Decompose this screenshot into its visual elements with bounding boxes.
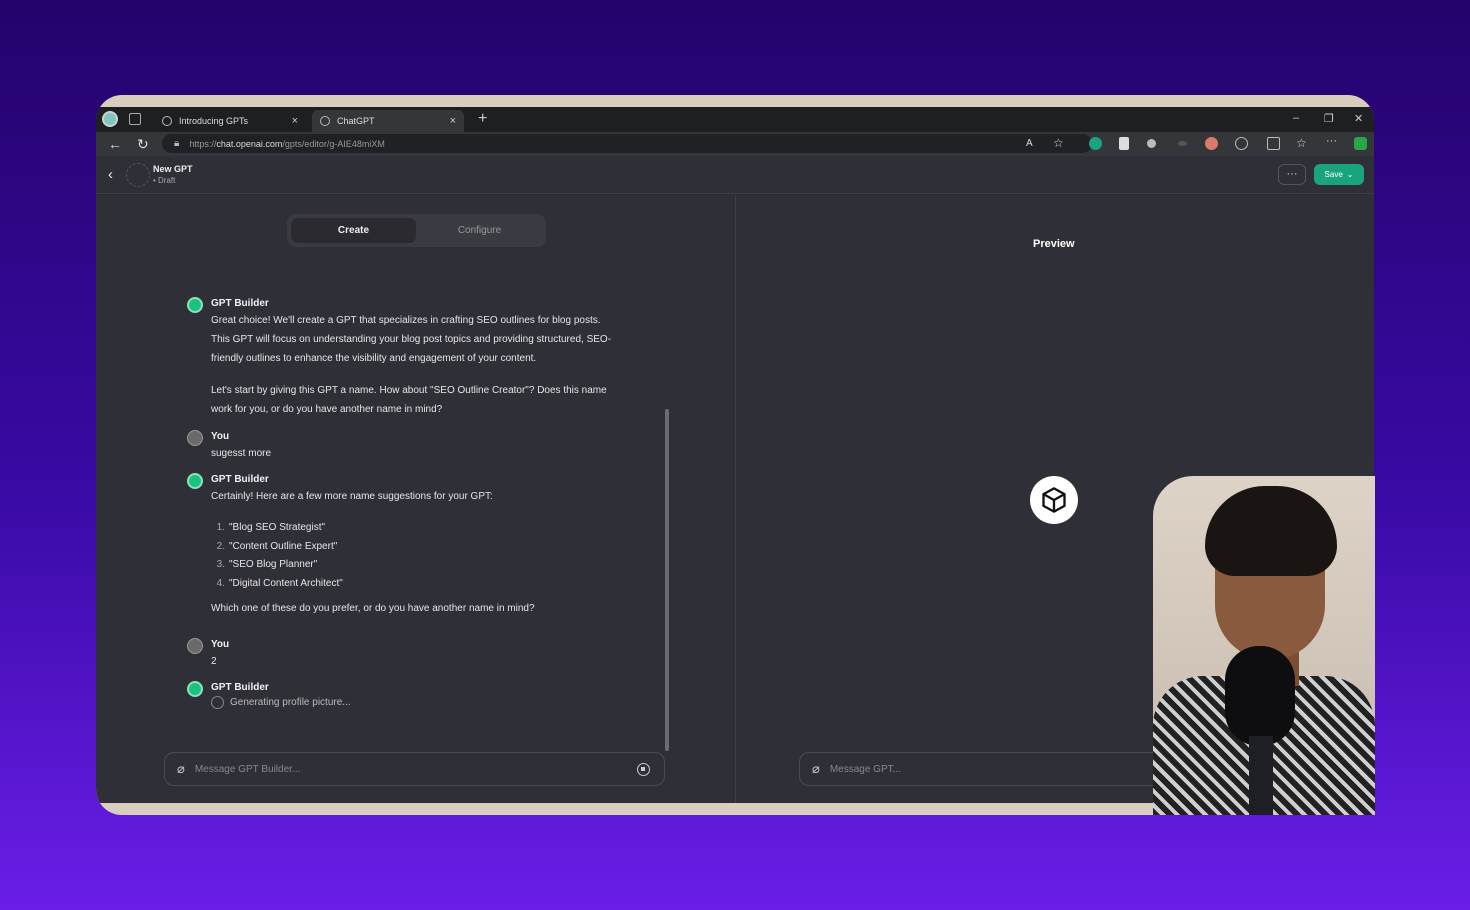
message-text: Certainly! Here are a few more name sugg…	[211, 491, 493, 502]
save-button[interactable]: Save ⌄	[1314, 164, 1364, 185]
minimize-button[interactable]: –	[1293, 112, 1299, 124]
save-label: Save	[1324, 170, 1343, 179]
close-tab-icon[interactable]: ×	[292, 115, 298, 127]
gpt-name: New GPT	[153, 164, 193, 174]
loading-spinner-icon	[211, 696, 224, 709]
favorite-star-icon[interactable]: ☆	[1053, 136, 1064, 150]
message-author: GPT Builder	[211, 298, 269, 309]
extension-avatar-icon[interactable]	[1205, 137, 1218, 150]
extension-flag-icon[interactable]	[1178, 141, 1187, 146]
attach-paperclip-icon[interactable]: ⌀	[812, 761, 820, 777]
builder-message-input[interactable]: ⌀ Message GPT Builder...	[164, 752, 665, 786]
read-aloud-icon[interactable]: A	[1026, 138, 1033, 149]
list-item: 4. "Digital Content Architect"	[216, 577, 343, 589]
message-paragraph: Great choice! We'll create a GPT that sp…	[211, 311, 611, 368]
extension-chatgpt-icon[interactable]	[1089, 137, 1102, 150]
preview-title: Preview	[1033, 238, 1075, 250]
gpt-cube-icon	[1030, 476, 1078, 524]
gpt-avatar-placeholder	[126, 163, 150, 187]
close-window-button[interactable]: ✕	[1354, 112, 1363, 125]
gpt-draft-status: • Draft	[153, 176, 176, 185]
mode-switch: Create Configure	[287, 214, 546, 247]
tab-configure[interactable]: Configure	[417, 218, 542, 243]
preview-message-input[interactable]: ⌀ Message GPT...	[799, 752, 1179, 786]
tab-create[interactable]: Create	[291, 218, 416, 243]
refresh-icon[interactable]: ↻	[137, 136, 149, 153]
tab-chatgpt[interactable]: ChatGPT ×	[312, 110, 464, 132]
chat-scrollbar[interactable]	[665, 409, 669, 751]
pane-divider	[735, 195, 736, 803]
message-author: You	[211, 431, 230, 442]
chatgpt-favicon-icon	[320, 116, 330, 126]
extensions-puzzle-icon[interactable]	[1235, 137, 1248, 150]
extension-cloud-icon[interactable]	[1147, 139, 1156, 148]
address-bar[interactable]: 🔒︎ https://chat.openai.com/gpts/editor/g…	[162, 134, 1092, 153]
settings-menu-icon[interactable]: ···	[1326, 135, 1337, 147]
url-host: chat.openai.com	[216, 138, 283, 149]
gpt-builder-avatar-icon	[187, 297, 203, 313]
tab-introducing-gpts[interactable]: Introducing GPTs ×	[154, 110, 306, 132]
back-chevron-icon[interactable]: ‹	[108, 166, 113, 183]
new-tab-button[interactable]: +	[478, 110, 487, 128]
stop-generating-icon[interactable]	[637, 763, 650, 776]
message-paragraph: Let's start by giving this GPT a name. H…	[211, 381, 607, 419]
user-avatar	[187, 430, 203, 446]
message-line: work for you, or do you have another nam…	[211, 404, 443, 415]
message-text: Which one of these do you prefer, or do …	[211, 603, 535, 614]
tab-label: ChatGPT	[337, 116, 375, 126]
message-author: GPT Builder	[211, 474, 269, 485]
gpt-editor-header: ‹ New GPT • Draft ··· Save ⌄	[96, 156, 1374, 194]
status-text: Generating profile picture...	[230, 697, 351, 708]
gpt-builder-avatar-icon	[187, 473, 203, 489]
url-prefix: https://	[189, 138, 217, 149]
favorites-icon[interactable]: ☆	[1296, 136, 1307, 150]
copilot-icon[interactable]	[1354, 137, 1367, 150]
message-author: You	[211, 639, 230, 650]
browser-tab-bar: Introducing GPTs × ChatGPT × + – ❐ ✕	[96, 107, 1374, 132]
address-toolbar: ← ↻ 🔒︎ https://chat.openai.com/gpts/edit…	[96, 132, 1374, 156]
back-arrow-icon[interactable]: ←	[108, 136, 122, 152]
message-line: Let's start by giving this GPT a name. H…	[211, 385, 607, 396]
preview-input-placeholder: Message GPT...	[829, 763, 901, 775]
microphone-stand	[1249, 736, 1273, 815]
message-line: friendly outlines to enhance the visibil…	[211, 353, 537, 364]
message-line: This GPT will focus on understanding you…	[211, 334, 612, 345]
webcam-person-hair	[1205, 486, 1337, 576]
close-tab-icon[interactable]: ×	[450, 115, 456, 127]
list-item: 1. "Blog SEO Strategist"	[216, 522, 326, 533]
message-text: 2	[211, 656, 217, 667]
user-avatar	[187, 638, 203, 654]
name-suggestions-list: 1. "Blog SEO Strategist" 2. "Content Outli…	[211, 522, 343, 596]
url-path: /gpts/editor/g-AIE48miXM	[282, 138, 385, 149]
generating-status: Generating profile picture...	[211, 696, 351, 709]
attach-paperclip-icon[interactable]: ⌀	[177, 761, 185, 777]
microphone	[1225, 646, 1295, 746]
chevron-down-icon: ⌄	[1346, 170, 1354, 179]
restore-button[interactable]: ❐	[1324, 112, 1334, 125]
list-item: 3. "SEO Blog Planner"	[216, 559, 318, 570]
tab-label: Introducing GPTs	[179, 116, 249, 126]
tab-actions-icon[interactable]	[129, 113, 141, 125]
message-text: sugesst more	[211, 448, 272, 459]
message-line: Great choice! We'll create a GPT that sp…	[211, 315, 601, 326]
gpt-builder-avatar-icon	[187, 681, 203, 697]
lock-icon: 🔒︎	[174, 138, 180, 149]
openai-favicon-icon	[162, 116, 172, 126]
list-item: 2. "Content Outline Expert"	[216, 540, 338, 552]
more-options-button[interactable]: ···	[1278, 164, 1306, 185]
message-author: GPT Builder	[211, 682, 269, 693]
extension-shield-icon[interactable]	[1119, 137, 1129, 150]
split-screen-icon[interactable]	[1267, 137, 1280, 150]
webcam-overlay	[1153, 476, 1375, 815]
profile-avatar[interactable]	[102, 111, 118, 127]
builder-input-placeholder: Message GPT Builder...	[194, 763, 301, 775]
